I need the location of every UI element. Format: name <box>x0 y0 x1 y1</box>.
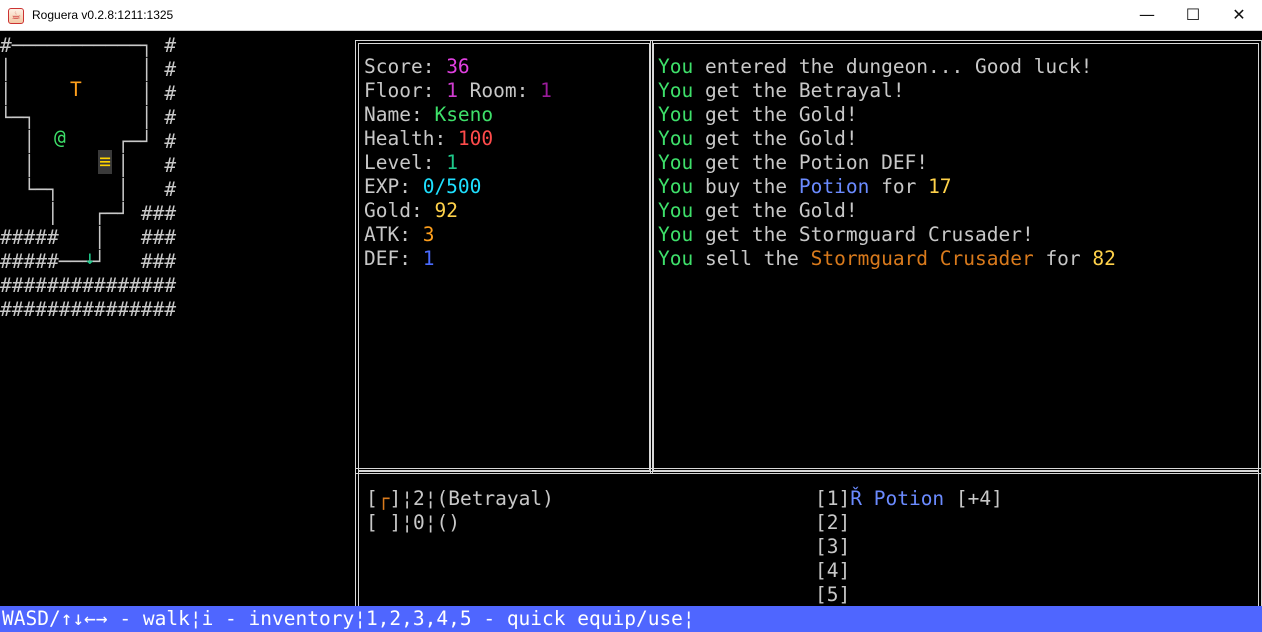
game-terminal[interactable]: #───────────┐ # │ │ # │ │ # └─┐ │ # │ ┌─… <box>0 32 1262 632</box>
trap-glyph: T <box>70 78 82 101</box>
equipped-armor-slot[interactable]: [ ]¦0¦() <box>366 511 554 535</box>
log-line: You get the Potion DEF! <box>658 151 929 174</box>
equipped-weapon-slot[interactable]: [┌]¦2¦(Betrayal) <box>366 487 554 511</box>
close-button[interactable]: ✕ <box>1216 0 1262 31</box>
dungeon-map: #───────────┐ # │ │ # │ │ # └─┐ │ # │ ┌─… <box>0 34 177 321</box>
player-glyph: @ <box>54 126 66 149</box>
controls-help-text: WASD/↑↓←→ - walk¦i - inventory¦1,2,3,4,5… <box>2 607 695 630</box>
window-title: Roguera v0.2.8:1211:1325 <box>32 8 174 22</box>
window-titlebar: ☕ Roguera v0.2.8:1211:1325 — ☐ ✕ <box>0 0 1262 31</box>
exit-arrow-glyph: ↓ <box>84 246 96 269</box>
quick-slot-4[interactable]: [4] <box>815 559 1003 583</box>
quick-slot-2[interactable]: [2] <box>815 511 1003 535</box>
stairs-glyph: ≡ <box>98 150 112 174</box>
stat-score: Score: 36 <box>364 55 470 78</box>
message-log: You entered the dungeon... Good luck! Yo… <box>658 55 1116 271</box>
stat-atk: ATK: 3 <box>364 223 435 246</box>
equipped-items: [┌]¦2¦(Betrayal) [ ]¦0¦() <box>366 487 554 535</box>
stat-health: Health: 100 <box>364 127 494 150</box>
log-line: You get the Gold! <box>658 199 858 222</box>
quick-slot-1[interactable]: [1]Ř Potion [+4] <box>815 487 1003 511</box>
minimize-button[interactable]: — <box>1124 0 1170 31</box>
quick-slots: [1]Ř Potion [+4] [2] [3] [4] [5] <box>815 487 1003 607</box>
quick-slot-3[interactable]: [3] <box>815 535 1003 559</box>
maximize-button[interactable]: ☐ <box>1170 0 1216 31</box>
log-line: You get the Gold! <box>658 127 858 150</box>
log-line: You get the Betrayal! <box>658 79 905 102</box>
stat-floor-room: Floor: 1 Room: 1 <box>364 79 552 102</box>
sword-icon: ┌ <box>377 487 390 510</box>
java-cup-icon: ☕ <box>8 8 24 24</box>
stat-exp: EXP: 0/500 <box>364 175 482 198</box>
stat-def: DEF: 1 <box>364 247 435 270</box>
stat-name: Name: Kseno <box>364 103 494 126</box>
potion-icon: Ř <box>850 487 862 510</box>
quick-slot-5[interactable]: [5] <box>815 583 1003 607</box>
log-line: You entered the dungeon... Good luck! <box>658 55 1093 78</box>
stat-level: Level: 1 <box>364 151 458 174</box>
stats-panel: Score: 36 Floor: 1 Room: 1 Name: Kseno H… <box>364 55 552 271</box>
log-line: You sell the Stormguard Crusader for 82 <box>658 247 1116 270</box>
log-line: You get the Gold! <box>658 103 858 126</box>
log-line: You buy the Potion for 17 <box>658 175 952 198</box>
log-line: You get the Stormguard Crusader! <box>658 223 1034 246</box>
stat-gold: Gold: 92 <box>364 199 458 222</box>
controls-help-bar: WASD/↑↓←→ - walk¦i - inventory¦1,2,3,4,5… <box>0 606 1262 632</box>
